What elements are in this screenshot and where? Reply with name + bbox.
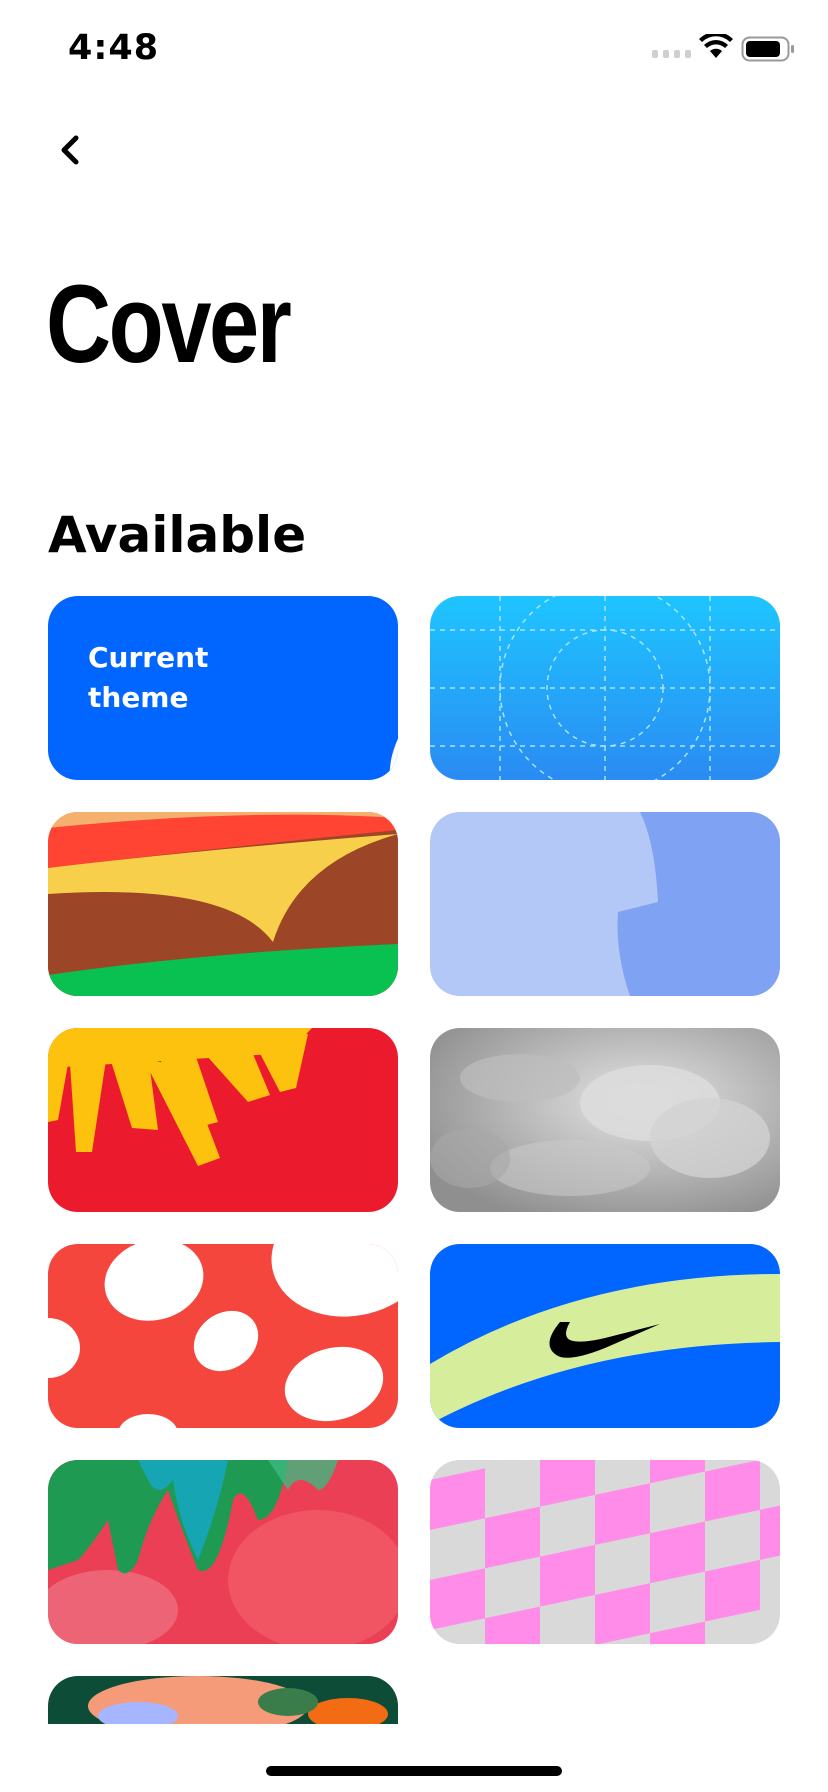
painted-pattern (48, 1676, 398, 1724)
checkerboard-pattern (430, 1460, 780, 1644)
swoosh-pattern (430, 1244, 780, 1428)
periwinkle-pattern (430, 812, 780, 996)
polka-dots-pattern (48, 1244, 398, 1428)
burger-pattern (48, 812, 398, 996)
checkmark-circle-icon (389, 738, 398, 780)
theme-tile-checkerboard[interactable] (430, 1460, 780, 1644)
current-theme-label: Current theme (88, 641, 209, 714)
watercolor-pattern (48, 1460, 398, 1644)
theme-tile-sun[interactable] (48, 1028, 398, 1212)
theme-tile-polka-dots[interactable] (48, 1244, 398, 1428)
theme-tile-periwinkle[interactable] (430, 812, 780, 996)
theme-tile-painted[interactable] (48, 1676, 398, 1724)
clouds-pattern (430, 1028, 780, 1212)
theme-tile-burger[interactable] (48, 812, 398, 996)
theme-grid: Current theme (0, 0, 828, 1792)
theme-tile-current[interactable]: Current theme (48, 596, 398, 780)
theme-tile-clouds[interactable] (430, 1028, 780, 1212)
theme-tile-swoosh[interactable] (430, 1244, 780, 1428)
theme-tile-watercolor[interactable] (48, 1460, 398, 1644)
sun-pattern (48, 1028, 398, 1212)
theme-tile-blue-grid[interactable] (430, 596, 780, 780)
home-indicator (266, 1766, 562, 1776)
blue-grid-pattern (430, 596, 780, 780)
